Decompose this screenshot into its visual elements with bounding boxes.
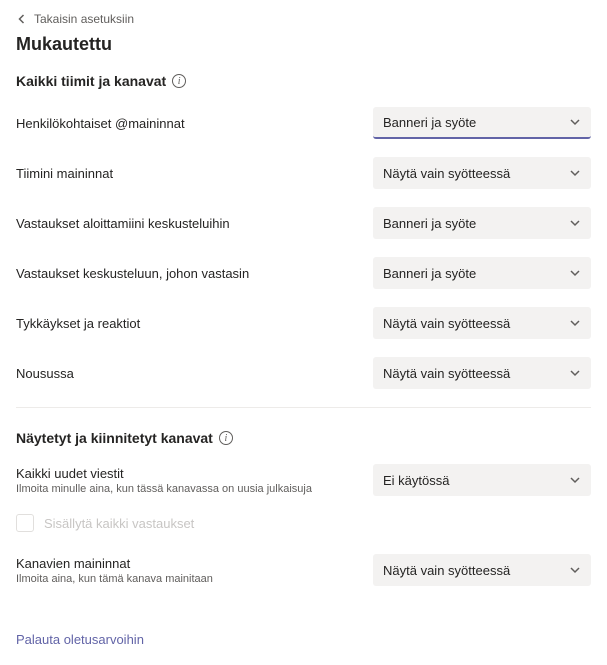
chevron-down-icon [569,116,581,128]
dropdown-replies-replied[interactable]: Banneri ja syöte [373,257,591,289]
setting-row-new-messages: Kaikki uudet viestit Ilmoita minulle ain… [16,464,591,496]
dropdown-value: Banneri ja syöte [383,266,476,281]
setting-label: Tiimini maininnat [16,166,353,181]
chevron-down-icon [569,217,581,229]
dropdown-new-messages[interactable]: Ei käytössä [373,464,591,496]
checkbox-row-include-replies: Sisällytä kaikki vastaukset [16,514,591,532]
setting-sublabel: Ilmoita minulle aina, kun tässä kanavass… [16,483,353,495]
divider [16,407,591,408]
setting-row-likes-reactions: Tykkäykset ja reaktiot Näytä vain syötte… [16,307,591,339]
section-header-shown-pinned: Näytetyt ja kiinnitetyt kanavat i [16,430,591,446]
setting-label: Tykkäykset ja reaktiot [16,316,353,331]
chevron-left-icon [16,13,28,25]
dropdown-trending[interactable]: Näytä vain syötteessä [373,357,591,389]
chevron-down-icon [569,317,581,329]
chevron-down-icon [569,474,581,486]
back-label: Takaisin asetuksiin [34,12,134,26]
setting-row-trending: Nousussa Näytä vain syötteessä [16,357,591,389]
dropdown-value: Banneri ja syöte [383,216,476,231]
dropdown-channel-mentions[interactable]: Näytä vain syötteessä [373,554,591,586]
dropdown-value: Näytä vain syötteessä [383,166,510,181]
setting-label: Nousussa [16,366,353,381]
reset-defaults-link[interactable]: Palauta oletusarvoihin [16,632,144,647]
dropdown-value: Banneri ja syöte [383,115,476,130]
chevron-down-icon [569,367,581,379]
setting-label: Kaikki uudet viestit [16,466,353,481]
setting-row-channel-mentions: Kanavien maininnat Ilmoita aina, kun täm… [16,554,591,586]
page-title: Mukautettu [16,34,591,55]
setting-label: Kanavien maininnat [16,556,353,571]
dropdown-value: Näytä vain syötteessä [383,563,510,578]
setting-label: Henkilökohtaiset @maininnat [16,116,353,131]
setting-row-replies-started: Vastaukset aloittamiini keskusteluihin B… [16,207,591,239]
setting-row-personal-mentions: Henkilökohtaiset @maininnat Banneri ja s… [16,107,591,139]
dropdown-value: Ei käytössä [383,473,449,488]
chevron-down-icon [569,267,581,279]
dropdown-likes-reactions[interactable]: Näytä vain syötteessä [373,307,591,339]
section-header-all-teams: Kaikki tiimit ja kanavat i [16,73,591,89]
info-icon[interactable]: i [219,431,233,445]
setting-row-replies-replied: Vastaukset keskusteluun, johon vastasin … [16,257,591,289]
section-title: Kaikki tiimit ja kanavat [16,73,166,89]
dropdown-value: Näytä vain syötteessä [383,316,510,331]
chevron-down-icon [569,167,581,179]
setting-label: Vastaukset aloittamiini keskusteluihin [16,216,353,231]
checkbox-label: Sisällytä kaikki vastaukset [44,516,194,531]
back-link[interactable]: Takaisin asetuksiin [16,12,134,26]
chevron-down-icon [569,564,581,576]
checkbox-include-replies [16,514,34,532]
setting-sublabel: Ilmoita aina, kun tämä kanava mainitaan [16,573,353,585]
dropdown-value: Näytä vain syötteessä [383,366,510,381]
dropdown-personal-mentions[interactable]: Banneri ja syöte [373,107,591,139]
dropdown-team-mentions[interactable]: Näytä vain syötteessä [373,157,591,189]
setting-row-team-mentions: Tiimini maininnat Näytä vain syötteessä [16,157,591,189]
setting-label: Vastaukset keskusteluun, johon vastasin [16,266,353,281]
info-icon[interactable]: i [172,74,186,88]
section-title: Näytetyt ja kiinnitetyt kanavat [16,430,213,446]
dropdown-replies-started[interactable]: Banneri ja syöte [373,207,591,239]
